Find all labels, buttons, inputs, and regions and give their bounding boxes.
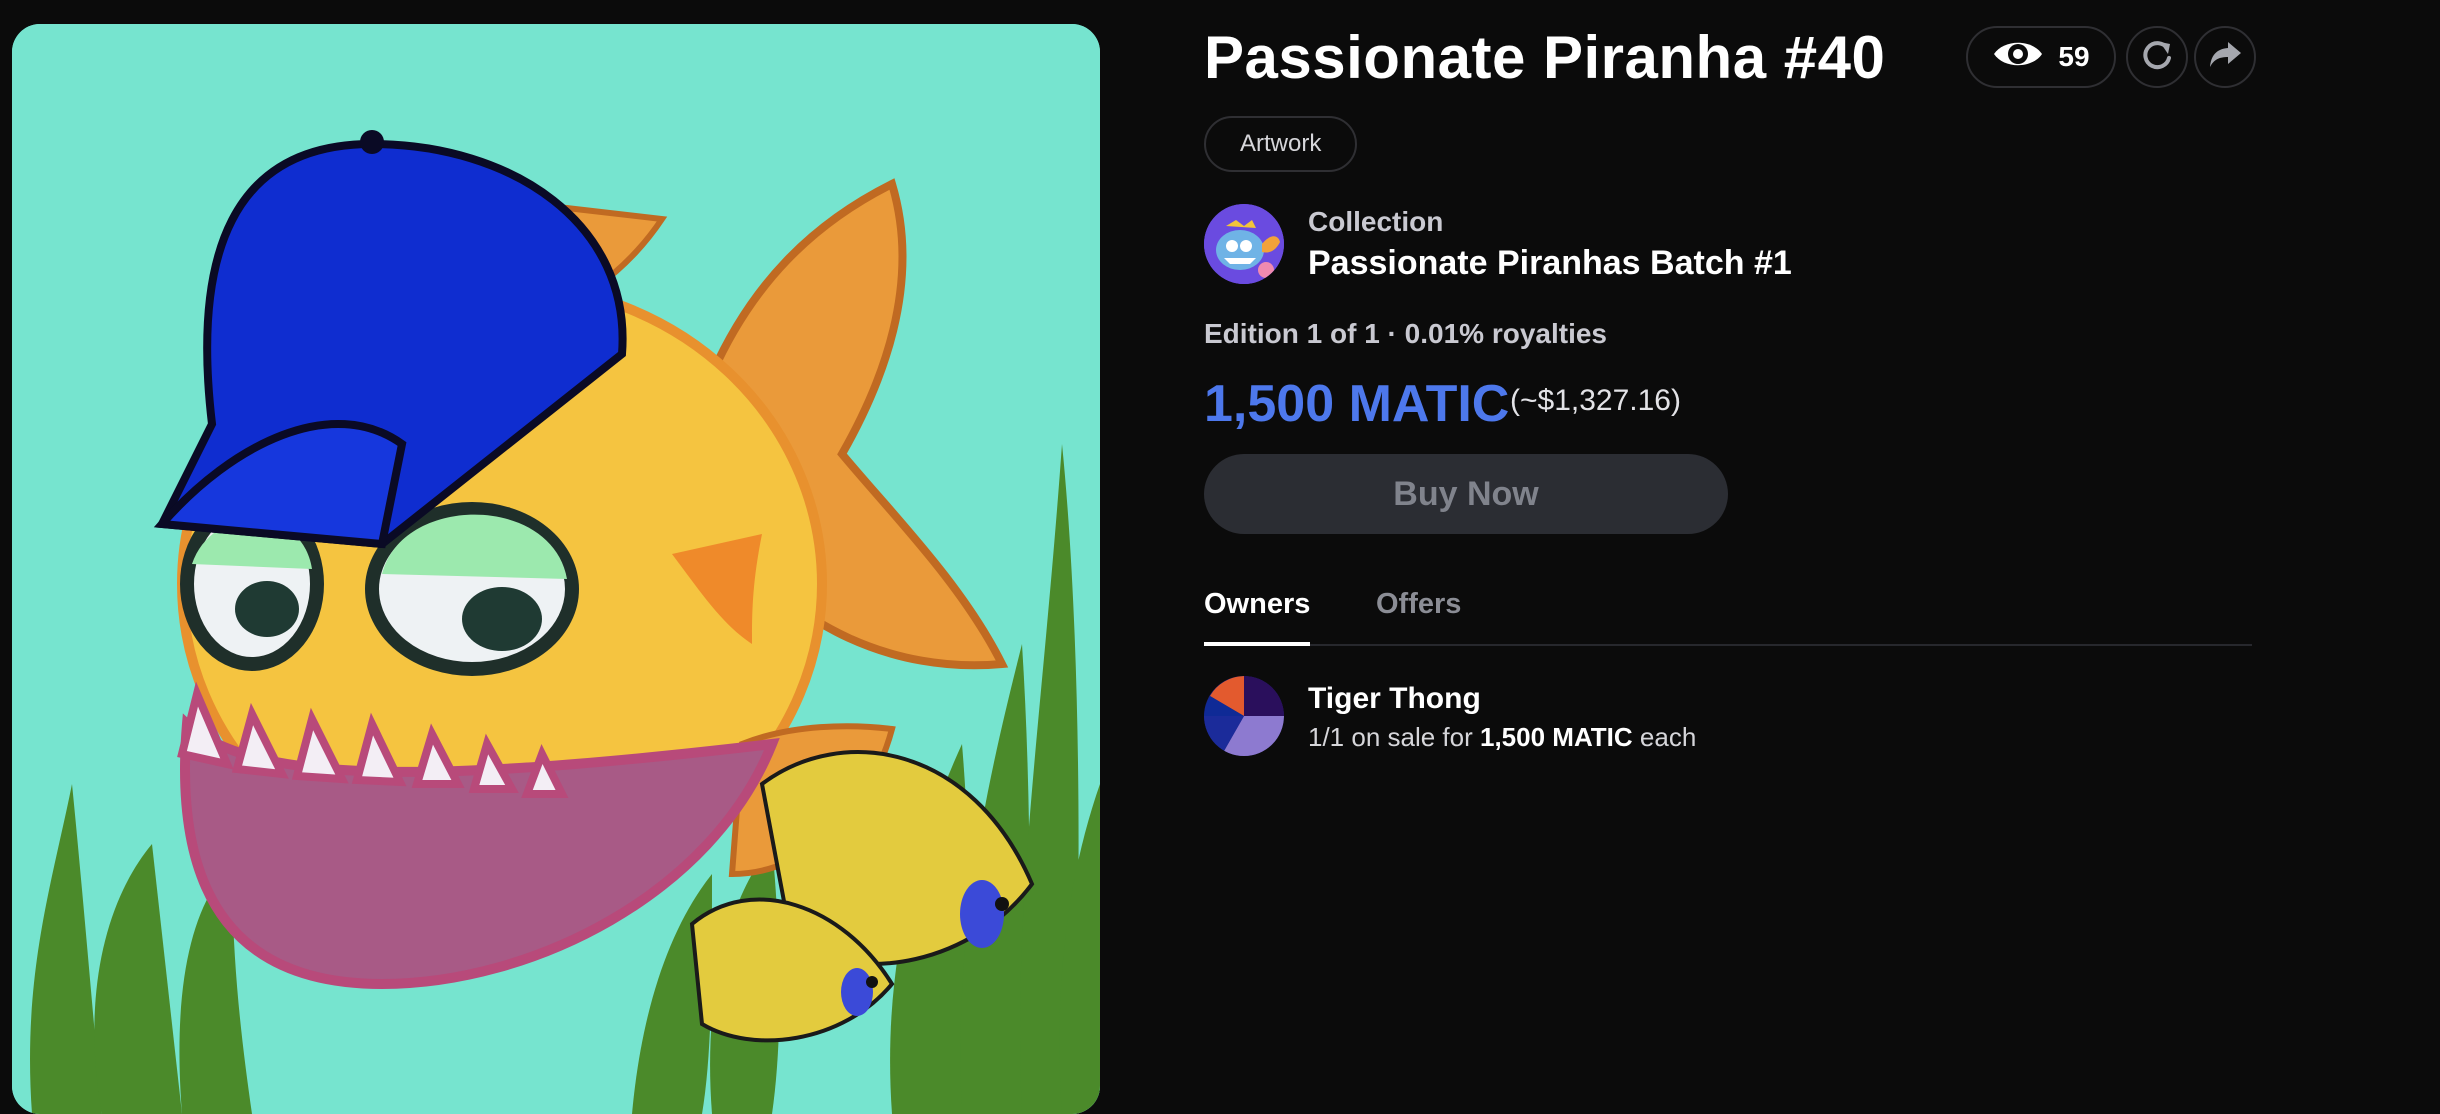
eye-icon	[1992, 37, 2044, 78]
collection-name-link[interactable]: Passionate Piranhas Batch #1	[1308, 244, 1792, 283]
nft-artwork-image[interactable]	[12, 24, 1100, 1114]
item-title: Passionate Piranha #40	[1204, 24, 1886, 91]
edition-info: Edition 1 of 1 · 0.01% royalties	[1204, 318, 1608, 349]
item-details-panel: Passionate Piranha #40 59 Artwork Collec…	[1204, 0, 2256, 1114]
owner-sale-suffix: each	[1632, 722, 1697, 752]
owner-sale-info: 1/1 on sale for 1,500 MATIC each	[1308, 722, 1696, 753]
owner-avatar[interactable]	[1204, 676, 1284, 756]
views-count: 59	[2058, 41, 2090, 72]
price-amount: 1,500 MATIC	[1204, 375, 1510, 433]
tab-offers[interactable]: Offers	[1376, 588, 1461, 644]
owner-sale-prefix: 1/1 on sale for	[1308, 722, 1480, 752]
owner-name-link[interactable]: Tiger Thong	[1308, 682, 1481, 716]
refresh-icon	[2140, 38, 2174, 77]
views-counter: 59	[1966, 26, 2116, 88]
tab-owners[interactable]: Owners	[1204, 588, 1311, 646]
buy-now-button[interactable]: Buy Now	[1204, 454, 1728, 534]
category-tag-label: Artwork	[1240, 130, 1322, 157]
owner-sale-amount: 1,500 MATIC	[1480, 722, 1633, 752]
category-tag[interactable]: Artwork	[1204, 116, 1358, 172]
share-button[interactable]	[2194, 26, 2256, 88]
refresh-button[interactable]	[2126, 26, 2188, 88]
collection-label: Collection	[1308, 206, 1444, 237]
share-icon	[2208, 40, 2242, 75]
collection-avatar[interactable]	[1204, 204, 1284, 284]
tab-bar: Owners Offers	[1204, 588, 2252, 646]
price-usd: (~$1,327.16)	[1510, 384, 1681, 417]
